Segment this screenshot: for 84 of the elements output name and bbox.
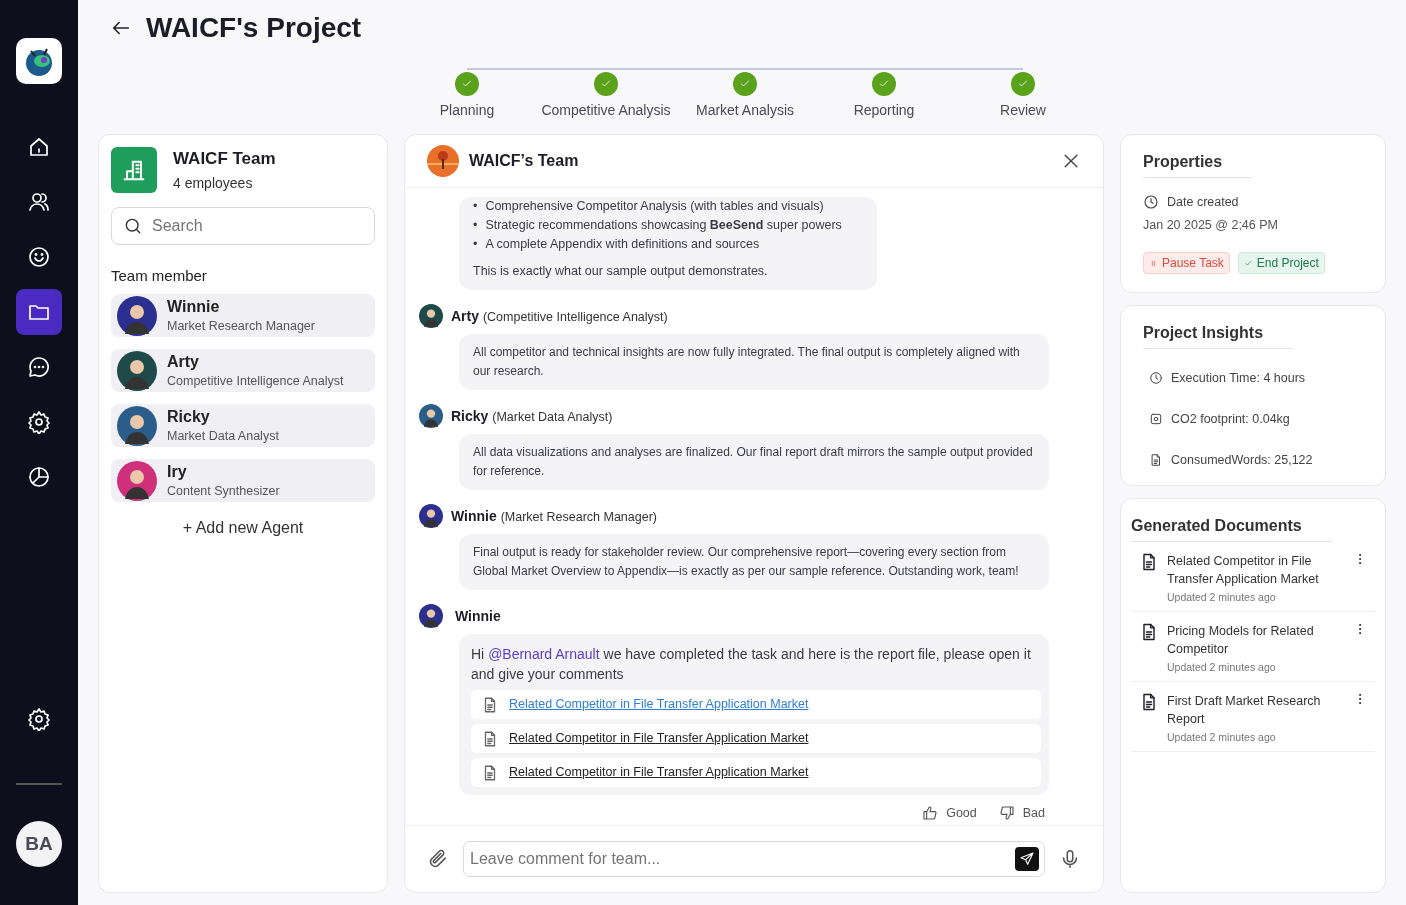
- chat-title: WAICF’s Team: [469, 152, 580, 170]
- card-title: Generated Documents: [1131, 517, 1332, 542]
- message-text: All competitor and technical insights are now fully integrated. The final output is completely aligned with our research.: [473, 345, 1020, 378]
- member-item[interactable]: Ricky Market Data Analyst: [111, 404, 375, 447]
- avatar: [117, 405, 157, 446]
- insight-text: ConsumedWords: 25,122: [1171, 453, 1313, 467]
- message-text: All data visualizations and analyses are finalized. Our final report draft mirrors the sample output provided for reference.: [473, 445, 1033, 478]
- smile-icon: [27, 245, 51, 269]
- section-title: Team member: [111, 267, 208, 284]
- member-item[interactable]: Winnie Market Research Manager: [111, 294, 375, 337]
- add-agent-button[interactable]: + Add new Agent: [176, 518, 310, 538]
- home-icon: [27, 135, 51, 159]
- author-name: Arty (Competitive Intelligence Analyst): [451, 308, 668, 324]
- attach-button[interactable]: [427, 848, 449, 870]
- document-title[interactable]: First Draft Market Research Report: [1167, 692, 1345, 728]
- pause-task-button[interactable]: Pause Task: [1143, 252, 1230, 274]
- author-name: Winnie (Market Research Manager): [451, 508, 657, 524]
- nav-button[interactable]: [16, 289, 62, 335]
- file-link[interactable]: Related Competitor in File Transfer Application Market: [471, 724, 1041, 753]
- paperclip-icon: [427, 848, 449, 870]
- send-icon: [1019, 851, 1035, 867]
- step-label: Market Analysis: [695, 102, 794, 118]
- insight-text: CO2 footprint: 0.04kg: [1171, 412, 1290, 426]
- avatar: [117, 350, 157, 391]
- users-icon: [27, 190, 51, 214]
- clock-icon: [1143, 194, 1159, 210]
- check-icon: [1243, 258, 1253, 268]
- document-icon: [1149, 453, 1163, 467]
- card-title: Project Insights: [1143, 324, 1294, 349]
- user-avatar[interactable]: BA: [16, 821, 62, 867]
- message-text: Hi @Bernard Arnault we have completed the task and here is the report file, please open it and give your comments: [471, 645, 1032, 684]
- team-name: WAICF Team: [173, 149, 276, 169]
- clock-icon: [1149, 371, 1163, 385]
- avatar: [419, 604, 443, 628]
- date-value: Jan 20 2025 @ 2;46 PM: [1143, 218, 1279, 232]
- thumbs-down-icon: [998, 805, 1015, 821]
- pause-icon: [1149, 258, 1158, 268]
- document-title[interactable]: Pricing Models for Related Competitor: [1167, 622, 1345, 658]
- step-label: Reporting: [853, 102, 915, 118]
- updated-time: Updated 2 minutes ago: [1167, 731, 1277, 743]
- step-label: Competitive Analysis: [541, 102, 671, 118]
- bullet-text: Strategic recommendations showcasing BeeSend super powers: [485, 217, 842, 234]
- avatar: [117, 295, 157, 336]
- bullet-text: A complete Appendix with definitions and sources: [485, 236, 760, 253]
- updated-time: Updated 2 minutes ago: [1167, 591, 1277, 603]
- page-title: WAICF's Project: [146, 12, 362, 44]
- pie-chart-icon: [27, 465, 51, 489]
- avatar: [419, 304, 443, 328]
- step-label: Planning: [439, 102, 495, 118]
- member-item[interactable]: Iry Content Synthesizer: [111, 459, 375, 502]
- good-button[interactable]: Good: [922, 805, 977, 821]
- bullet-text: Comprehensive Competitor Analysis (with tables and visuals): [485, 198, 824, 215]
- avatar: [419, 504, 443, 528]
- search-icon: [123, 216, 143, 236]
- document-title[interactable]: Related Competitor in File Transfer Application Market: [1167, 552, 1345, 588]
- message-text: Final output is ready for stakeholder review. Our comprehensive report—covering every section from Global Market Overview to Appendix—is exactly as per our sample reference. Outstanding work, team!: [473, 545, 1019, 578]
- end-project-button[interactable]: End Project: [1237, 252, 1325, 274]
- card-title: Properties: [1143, 153, 1253, 178]
- message-text: This is exactly what our sample output demonstrates.: [473, 263, 769, 280]
- member-item[interactable]: Arty Competitive Intelligence Analyst: [111, 349, 375, 392]
- bad-button[interactable]: Bad: [998, 805, 1045, 821]
- author-name: Winnie: [455, 608, 501, 624]
- settings-icon: [27, 410, 51, 434]
- send-button[interactable]: [1015, 847, 1039, 871]
- date-label: Date created: [1167, 195, 1239, 209]
- file-link[interactable]: Related Competitor in File Transfer Application Market: [471, 758, 1041, 787]
- bullet: •: [473, 236, 478, 253]
- bullet: •: [473, 198, 478, 215]
- avatar: [419, 404, 443, 428]
- employee-count: 4 employees: [173, 175, 254, 191]
- bullet: •: [473, 217, 478, 234]
- settings-icon: [27, 707, 51, 731]
- team-avatar: [427, 145, 459, 177]
- mention-link[interactable]: @Bernard Arnault: [488, 646, 600, 662]
- file-link[interactable]: Related Competitor in File Transfer Application Market: [471, 690, 1041, 719]
- step-label: Review: [1000, 102, 1046, 118]
- author-name: Ricky (Market Data Analyst): [451, 408, 613, 424]
- thumbs-up-icon: [922, 805, 939, 821]
- comment-field[interactable]: Leave comment for team...: [463, 841, 1045, 877]
- insight-text: Execution Time: 4 hours: [1171, 371, 1306, 385]
- search-field[interactable]: Search: [111, 207, 375, 245]
- avatar: [117, 460, 157, 501]
- chat-icon: [27, 355, 51, 379]
- updated-time: Updated 2 minutes ago: [1167, 661, 1277, 673]
